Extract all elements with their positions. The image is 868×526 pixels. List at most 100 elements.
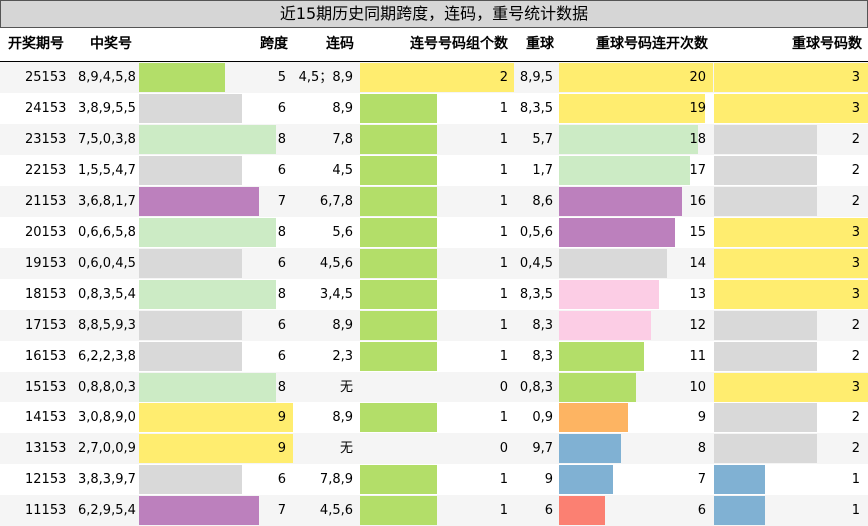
- streak-value: 16: [689, 193, 706, 209]
- span-value: 8: [277, 224, 286, 240]
- consecutive-cell: 无: [339, 379, 353, 395]
- count-bar: [714, 310, 817, 340]
- consecutive-cell: 8,9: [332, 317, 353, 333]
- span-value: 8: [277, 286, 286, 302]
- streak-value: 18: [689, 131, 706, 147]
- table-row: 14153 3,0,8,9,0 9 8,9 1 0,9 9 2: [0, 402, 868, 434]
- count-value: 2: [851, 348, 860, 364]
- consecutive-cell: 4,5: [332, 162, 353, 178]
- groups-bar: [360, 155, 437, 185]
- numbers-cell: 6,2,9,5,4: [78, 503, 136, 519]
- numbers-cell: 3,8,3,9,7: [78, 472, 136, 488]
- streak-bar: [559, 434, 621, 464]
- count-bar: [714, 155, 817, 185]
- consecutive-cell: 8,9: [332, 100, 353, 116]
- consecutive-cell: 7,8,9: [319, 472, 353, 488]
- consecutive-cell: 3,4,5: [319, 286, 353, 302]
- streak-bar: [559, 341, 644, 371]
- count-bar: [714, 341, 817, 371]
- numbers-cell: 7,5,0,3,8: [78, 131, 136, 147]
- repeat-balls-cell: 8,3: [532, 317, 553, 333]
- streak-bar: [559, 465, 613, 495]
- header-span: 跨度: [260, 36, 288, 52]
- groups-value: 0: [499, 441, 508, 457]
- table-header: 开奖期号 中奖号 跨度 连码 连号号码组个数 重球 重球号码连开次数 重球号码数: [0, 28, 868, 62]
- count-value: 3: [851, 379, 860, 395]
- table-row: 18153 0,8,3,5,4 8 3,4,5 1 8,3,5 13 3: [0, 278, 868, 310]
- consecutive-cell: 7,8: [332, 131, 353, 147]
- numbers-cell: 1,5,5,4,7: [78, 162, 136, 178]
- groups-value: 2: [499, 70, 508, 85]
- streak-bar: [559, 217, 675, 247]
- streak-value: 11: [689, 348, 706, 364]
- numbers-cell: 6,2,2,3,8: [78, 348, 136, 364]
- streak-value: 13: [689, 286, 706, 302]
- span-value: 6: [277, 162, 286, 178]
- span-value: 6: [277, 348, 286, 364]
- repeat-balls-cell: 8,6: [532, 193, 553, 209]
- repeat-balls-cell: 8,9,5: [519, 70, 553, 85]
- period-cell: 22153: [25, 162, 67, 178]
- table-row: 16153 6,2,2,3,8 6 2,3 1 8,3 11 2: [0, 340, 868, 372]
- count-value: 3: [851, 286, 860, 302]
- count-value: 1: [851, 472, 860, 488]
- period-cell: 20153: [25, 224, 67, 240]
- table-row: 17153 8,8,5,9,3 6 8,9 1 8,3 12 2: [0, 309, 868, 341]
- repeat-balls-cell: 5,7: [532, 131, 553, 147]
- table-row: 25153 8,9,4,5,8 5 4,5；8,9 2 8,9,5 20 3: [0, 62, 868, 93]
- repeat-balls-cell: 6: [544, 503, 553, 519]
- consecutive-cell: 8,9: [332, 410, 353, 426]
- header-consecutive: 连码: [326, 36, 354, 52]
- period-cell: 11153: [25, 503, 67, 519]
- numbers-cell: 2,7,0,0,9: [78, 441, 136, 457]
- period-cell: 16153: [25, 348, 67, 364]
- period-cell: 24153: [25, 100, 67, 116]
- numbers-cell: 0,8,8,0,3: [78, 379, 136, 395]
- count-bar: [714, 434, 817, 464]
- count-value: 2: [851, 317, 860, 333]
- consecutive-cell: 无: [339, 441, 353, 457]
- groups-bar: [360, 279, 437, 309]
- streak-value: 19: [689, 100, 706, 116]
- groups-bar: [360, 310, 437, 340]
- groups-value: 1: [499, 224, 508, 240]
- period-cell: 14153: [25, 410, 67, 426]
- period-cell: 19153: [25, 255, 67, 271]
- streak-value: 17: [689, 162, 706, 178]
- count-value: 2: [851, 410, 860, 426]
- count-bar: [714, 403, 817, 433]
- period-cell: 17153: [25, 317, 67, 333]
- repeat-balls-cell: 9,7: [532, 441, 553, 457]
- period-cell: 13153: [25, 441, 67, 457]
- repeat-balls-cell: 0,5,6: [519, 224, 553, 240]
- span-value: 9: [277, 410, 286, 426]
- repeat-balls-cell: 1,7: [532, 162, 553, 178]
- span-bar: [139, 465, 242, 495]
- count-value: 3: [851, 70, 860, 85]
- count-bar: [714, 124, 817, 154]
- streak-value: 9: [697, 410, 706, 426]
- count-value: 2: [851, 131, 860, 147]
- repeat-balls-cell: 8,3,5: [519, 286, 553, 302]
- groups-value: 1: [499, 286, 508, 302]
- table-row: 23153 7,5,0,3,8 8 7,8 1 5,7 18 2: [0, 123, 868, 155]
- span-bar: [139, 496, 259, 526]
- period-cell: 18153: [25, 286, 67, 302]
- streak-value: 7: [697, 472, 706, 488]
- span-value: 6: [277, 255, 286, 271]
- consecutive-cell: 5,6: [332, 224, 353, 240]
- count-value: 2: [851, 193, 860, 209]
- span-value: 6: [277, 317, 286, 333]
- span-bar: [139, 155, 242, 185]
- header-repeat-balls: 重球: [526, 36, 554, 52]
- span-bar: [139, 310, 242, 340]
- span-bar: [139, 341, 242, 371]
- span-bar: [139, 63, 225, 92]
- period-cell: 21153: [25, 193, 67, 209]
- streak-bar: [559, 279, 659, 309]
- consecutive-cell: 4,5,6: [319, 503, 353, 519]
- streak-bar: [559, 310, 651, 340]
- groups-bar: [360, 248, 437, 278]
- streak-bar: [559, 403, 628, 433]
- groups-bar: [360, 496, 437, 526]
